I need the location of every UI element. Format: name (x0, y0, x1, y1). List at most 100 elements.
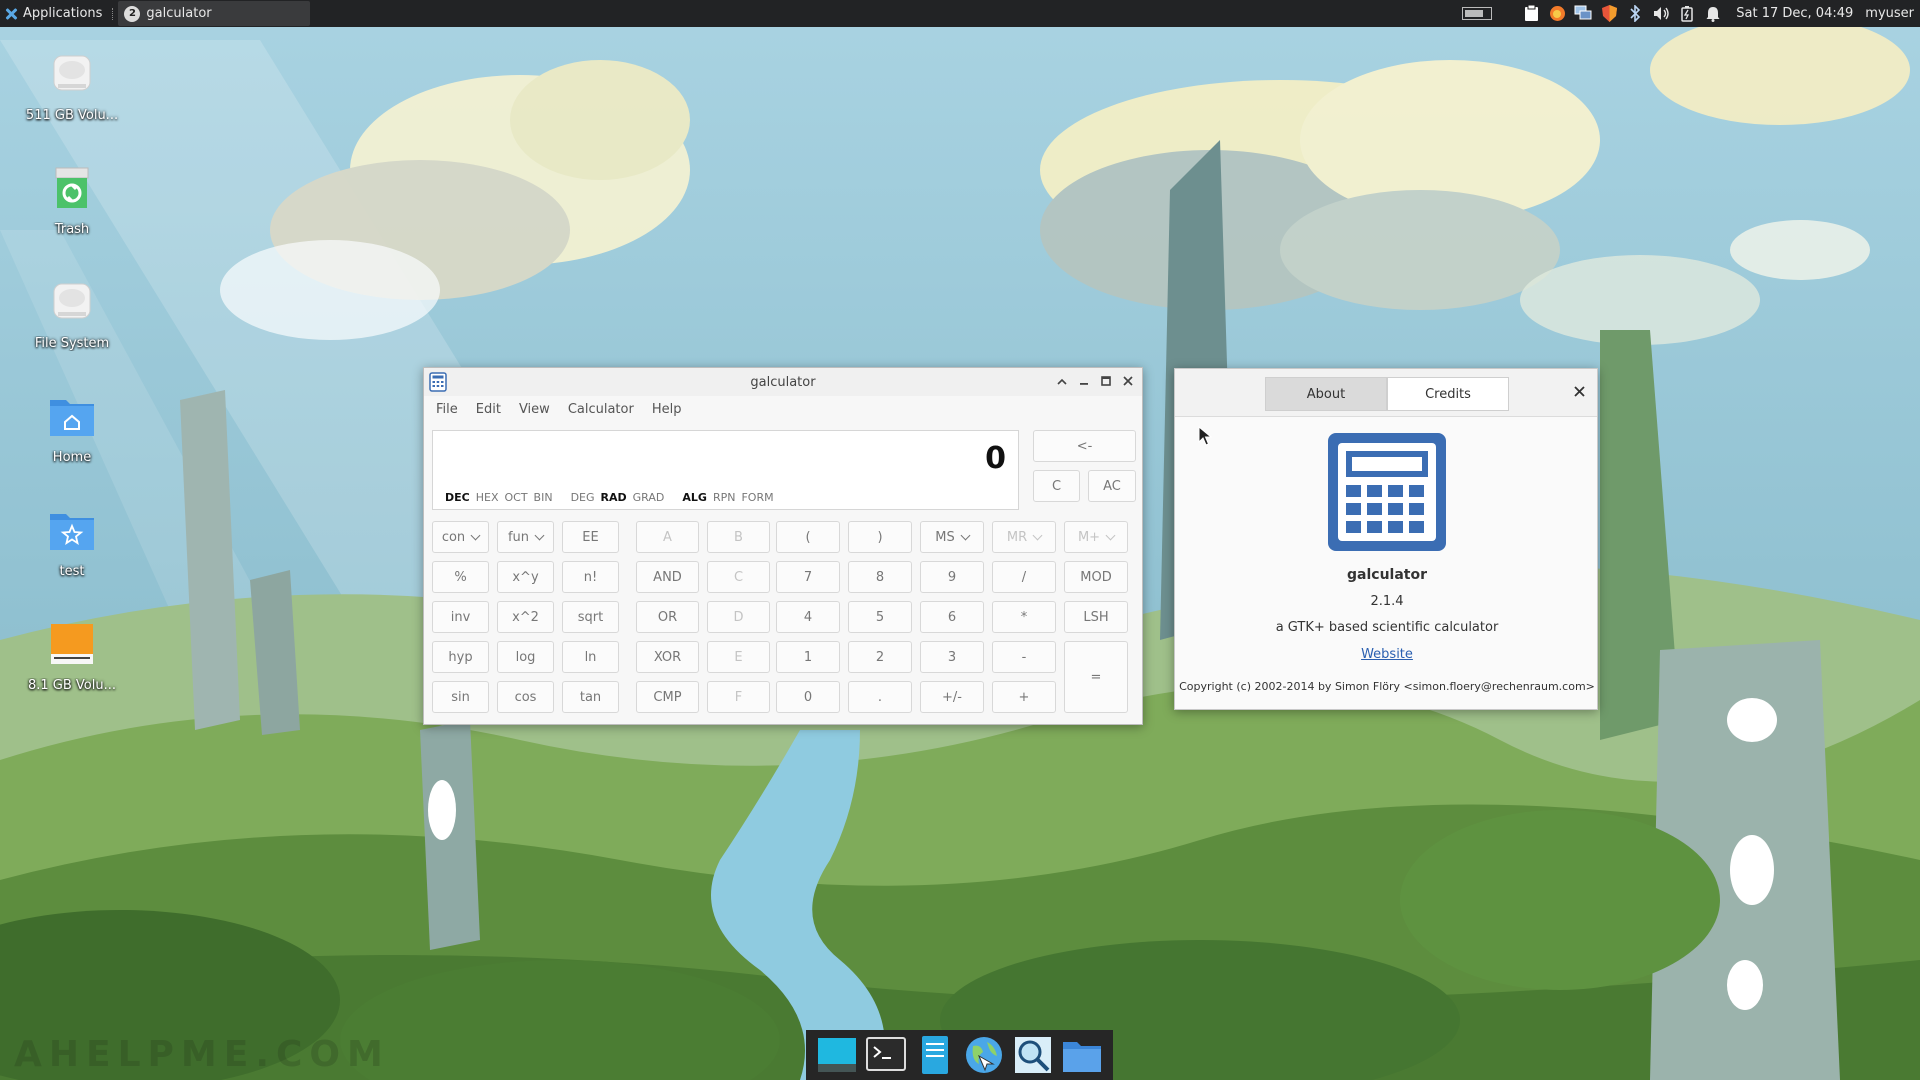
mode-alg[interactable]: ALG (682, 491, 707, 504)
key-decimal-button[interactable]: . (848, 681, 912, 713)
key-hyp-button[interactable]: hyp (432, 641, 489, 673)
key-open-paren-button[interactable]: ( (776, 521, 840, 553)
mode-bin[interactable]: BIN (534, 491, 553, 504)
all-clear-button[interactable]: AC (1088, 470, 1136, 502)
key-1-button[interactable]: 1 (776, 641, 840, 673)
menu-edit[interactable]: Edit (476, 402, 501, 417)
key-ee-button[interactable]: EE (562, 521, 619, 553)
taskbar-item-galculator[interactable]: 2 galculator (118, 1, 311, 26)
key-plus-button[interactable]: + (992, 681, 1056, 713)
key-e-button[interactable]: E (707, 641, 770, 673)
key-sqrt-button[interactable]: sqrt (562, 601, 619, 633)
key-cmp-button[interactable]: CMP (636, 681, 699, 713)
key-sin-button[interactable]: sin (432, 681, 489, 713)
key-3-button[interactable]: 3 (920, 641, 984, 673)
dock-terminal[interactable] (865, 1034, 907, 1076)
menu-file[interactable]: File (436, 402, 458, 417)
key-xor-button[interactable]: XOR (636, 641, 699, 673)
bell-icon[interactable] (1704, 5, 1722, 23)
menu-help[interactable]: Help (652, 402, 682, 417)
key-mr-button[interactable]: MR (992, 521, 1056, 553)
key-log-button[interactable]: log (497, 641, 554, 673)
volume-icon[interactable] (1652, 5, 1670, 23)
key-and-button[interactable]: AND (636, 561, 699, 593)
key-9-button[interactable]: 9 (920, 561, 984, 593)
clipboard-icon[interactable] (1522, 5, 1540, 23)
dock-show-desktop[interactable] (816, 1034, 858, 1076)
shield-icon[interactable] (1600, 5, 1618, 23)
key-con-button[interactable]: con (432, 521, 489, 553)
key-8-button[interactable]: 8 (848, 561, 912, 593)
key-equals-button[interactable]: = (1064, 641, 1128, 713)
about-header[interactable]: About Credits (1175, 369, 1597, 417)
key-a-button[interactable]: A (636, 521, 699, 553)
key-5-button[interactable]: 5 (848, 601, 912, 633)
dock-search[interactable] (1012, 1034, 1054, 1076)
menu-calculator[interactable]: Calculator (568, 402, 634, 417)
menu-view[interactable]: View (519, 402, 550, 417)
mode-grad[interactable]: GRAD (633, 491, 665, 504)
key-cos-button[interactable]: cos (497, 681, 554, 713)
mode-deg[interactable]: DEG (571, 491, 595, 504)
desktop-icon-file-system[interactable]: File System (18, 278, 126, 351)
tab-about[interactable]: About (1265, 377, 1387, 411)
key-0-button[interactable]: 0 (776, 681, 840, 713)
tab-credits[interactable]: Credits (1387, 377, 1509, 411)
mode-hex[interactable]: HEX (476, 491, 499, 504)
dock-file-manager[interactable] (914, 1034, 956, 1076)
minimize-button[interactable] (1076, 372, 1092, 390)
mode-form[interactable]: FORM (741, 491, 773, 504)
key-minus-button[interactable]: - (992, 641, 1056, 673)
mode-dec[interactable]: DEC (445, 491, 470, 504)
about-close-button[interactable] (1574, 383, 1585, 401)
dock-folder[interactable] (1061, 1034, 1103, 1076)
key-4-button[interactable]: 4 (776, 601, 840, 633)
desktop-icon-volume-511gb[interactable]: 511 GB Volu... (18, 50, 126, 123)
key-x-2-button[interactable]: x^2 (497, 601, 554, 633)
key-f-button[interactable]: F (707, 681, 770, 713)
key-c-button[interactable]: C (707, 561, 770, 593)
workspace-switcher[interactable] (1462, 7, 1493, 20)
key-divide-button[interactable]: / (992, 561, 1056, 593)
desktop-icon-trash[interactable]: Trash (18, 164, 126, 237)
key-fun-button[interactable]: fun (497, 521, 554, 553)
key-tan-button[interactable]: tan (562, 681, 619, 713)
key-ms-button[interactable]: MS (920, 521, 984, 553)
key-inv-button[interactable]: inv (432, 601, 489, 633)
dock-web-browser[interactable] (963, 1034, 1005, 1076)
key-mod-button[interactable]: MOD (1064, 561, 1128, 593)
key-ln-button[interactable]: ln (562, 641, 619, 673)
desktop-icon-volume-8gb[interactable]: 8.1 GB Volu... (18, 620, 126, 693)
key-d-button[interactable]: D (707, 601, 770, 633)
close-button[interactable] (1120, 372, 1136, 390)
key-6-button[interactable]: 6 (920, 601, 984, 633)
key-x-y-button[interactable]: x^y (497, 561, 554, 593)
desktop-icon-test[interactable]: test (18, 506, 126, 579)
key-or-button[interactable]: OR (636, 601, 699, 633)
calculator-titlebar[interactable]: galculator (424, 368, 1142, 396)
network-icon[interactable] (1574, 5, 1592, 23)
key-n--button[interactable]: n! (562, 561, 619, 593)
key-lsh-button[interactable]: LSH (1064, 601, 1128, 633)
key-multiply-button[interactable]: * (992, 601, 1056, 633)
key-percent-button[interactable]: % (432, 561, 489, 593)
website-link[interactable]: Website (1175, 647, 1599, 662)
user-menu[interactable]: myuser (1865, 6, 1914, 21)
mode-rad[interactable]: RAD (601, 491, 627, 504)
firefox-icon[interactable] (1548, 5, 1566, 23)
backspace-button[interactable]: <- (1033, 430, 1136, 462)
clear-button[interactable]: C (1033, 470, 1080, 502)
key-b-button[interactable]: B (707, 521, 770, 553)
applications-menu-button[interactable]: Applications (0, 0, 108, 27)
key-7-button[interactable]: 7 (776, 561, 840, 593)
mode-oct[interactable]: OCT (504, 491, 527, 504)
maximize-button[interactable] (1098, 372, 1114, 390)
key-2-button[interactable]: 2 (848, 641, 912, 673)
key-close-paren-button[interactable]: ) (848, 521, 912, 553)
clock[interactable]: Sat 17 Dec, 04:49 (1736, 6, 1853, 21)
key-m--button[interactable]: M+ (1064, 521, 1128, 553)
desktop-icon-home[interactable]: Home (18, 392, 126, 465)
battery-icon[interactable] (1678, 5, 1696, 23)
bluetooth-icon[interactable] (1626, 5, 1644, 23)
mode-rpn[interactable]: RPN (713, 491, 736, 504)
